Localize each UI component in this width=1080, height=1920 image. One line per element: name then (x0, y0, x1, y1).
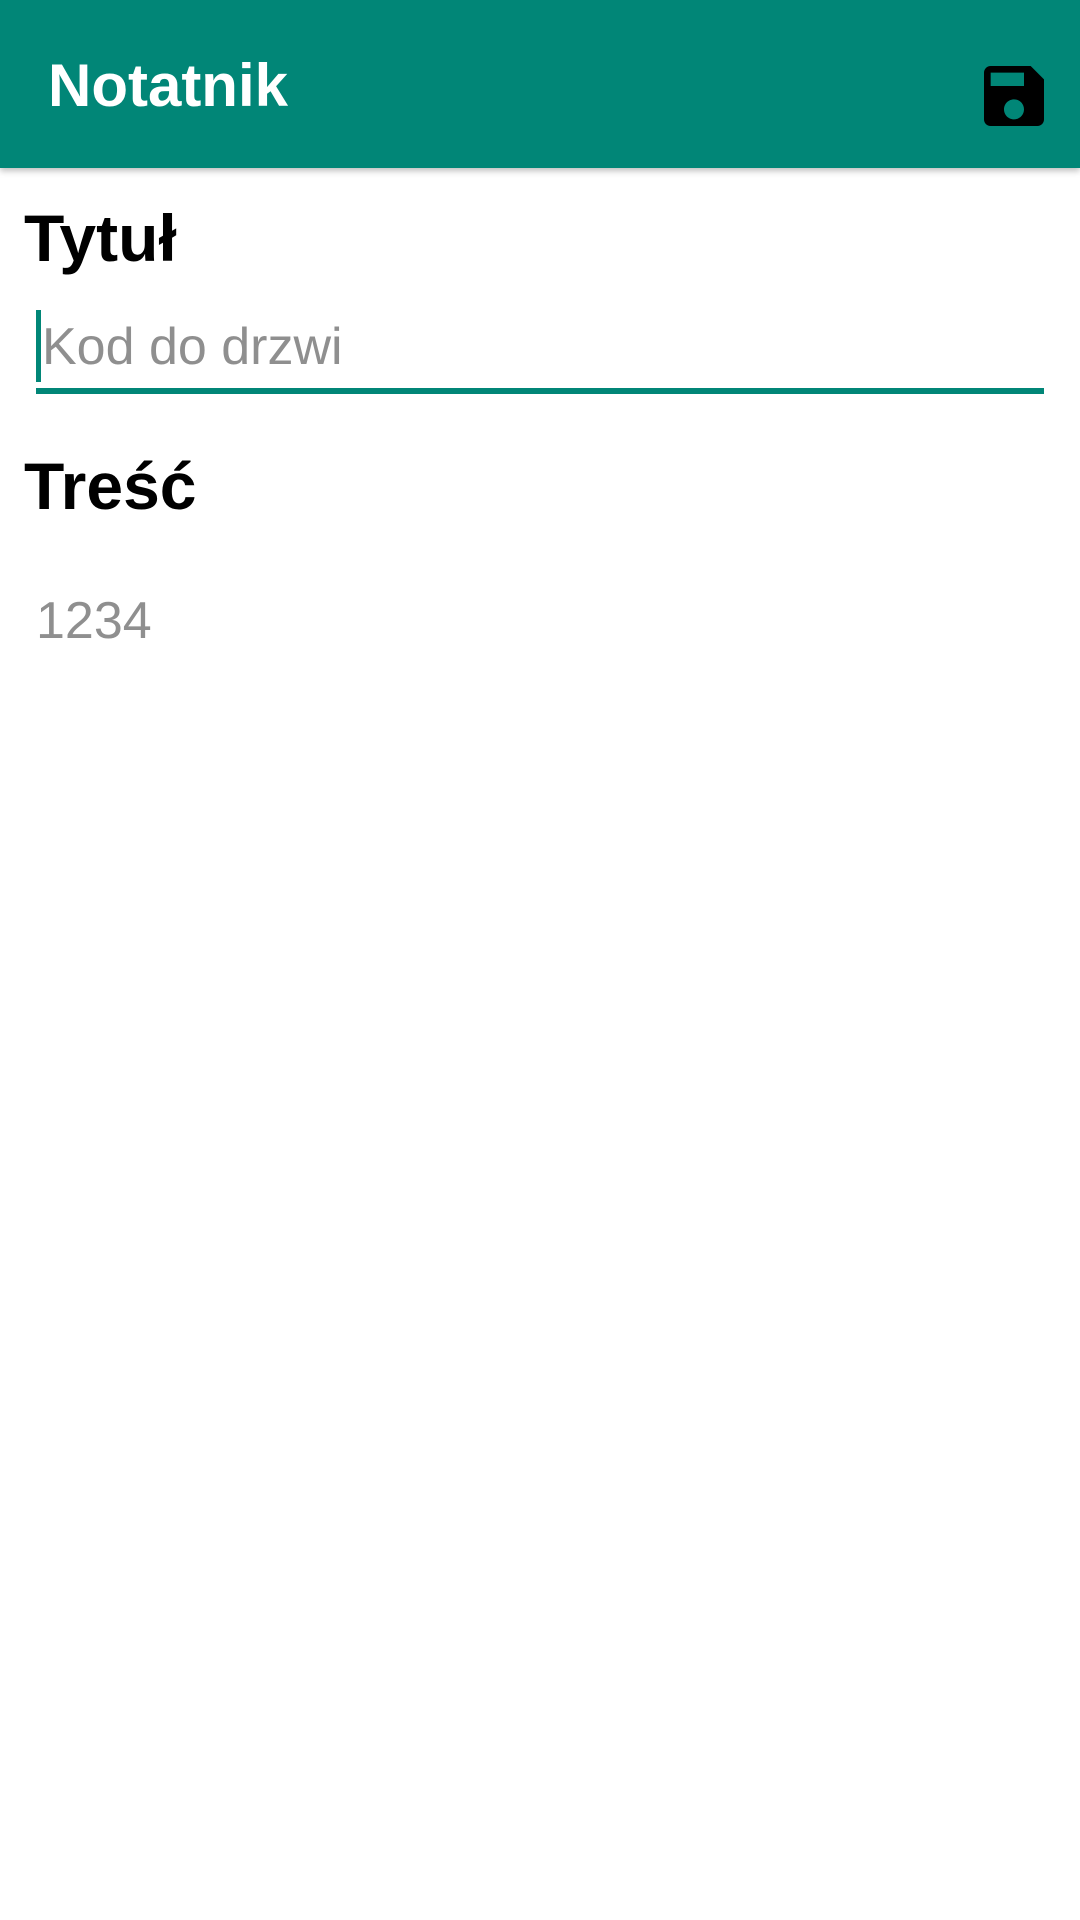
save-floppy-icon (974, 56, 1054, 136)
title-field (36, 306, 1044, 396)
app-toolbar: Notatnik (0, 0, 1080, 168)
title-input[interactable] (36, 306, 1044, 388)
title-input-underline (36, 388, 1044, 394)
save-button[interactable] (966, 48, 1062, 144)
note-editor-screen: Notatnik Tytuł Treść (0, 0, 1080, 1920)
title-label: Tytuł (24, 201, 177, 275)
text-cursor (36, 310, 41, 382)
content-input[interactable] (36, 580, 1044, 700)
content-label: Treść (24, 449, 197, 523)
toolbar-title: Notatnik (48, 52, 288, 119)
